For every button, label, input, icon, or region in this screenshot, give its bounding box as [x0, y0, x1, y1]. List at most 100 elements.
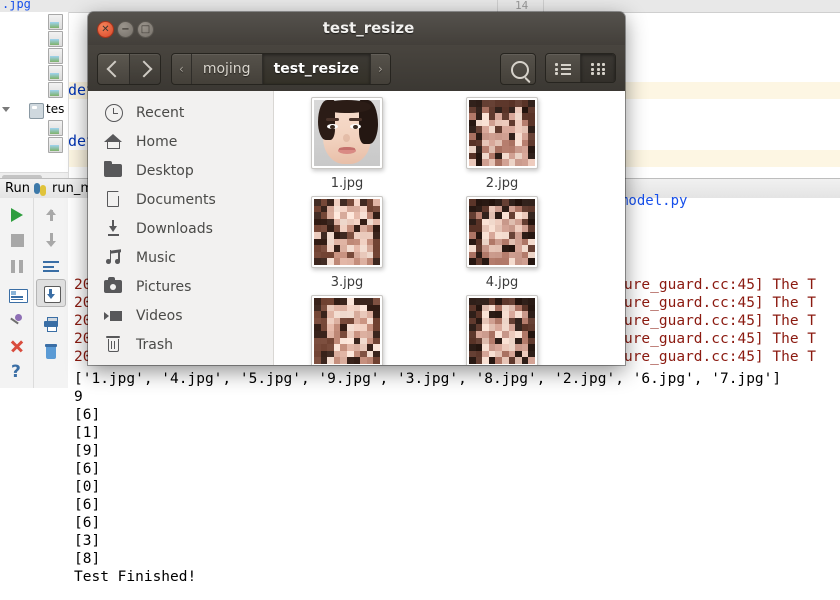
stop-button[interactable]	[3, 227, 31, 253]
sidebar-item-downloads[interactable]: Downloads	[88, 213, 273, 245]
music-icon	[104, 248, 124, 268]
file-item[interactable]	[447, 295, 557, 365]
tree-item-image[interactable]	[0, 63, 68, 81]
file-label: 1.jpg	[330, 176, 364, 191]
places-sidebar[interactable]: Recent Home Desktop Documents Downloads Music…	[88, 91, 274, 365]
tree-item-image[interactable]	[0, 46, 68, 64]
file-thumbnail[interactable]	[466, 295, 538, 365]
pin-tab-button[interactable]	[3, 307, 31, 333]
up-the-stack-button[interactable]	[36, 201, 64, 227]
sidebar-item-videos[interactable]: Videos	[88, 300, 273, 332]
tree-item-image[interactable]	[0, 135, 68, 153]
console-output-line: [6]	[74, 407, 101, 423]
soft-wrap-button[interactable]	[36, 253, 64, 279]
navigation-button-group[interactable]	[97, 53, 161, 85]
tree-item-image[interactable]	[0, 29, 68, 47]
forward-button[interactable]	[129, 54, 160, 84]
file-item[interactable]: 1.jpg	[292, 97, 402, 191]
image-file-icon	[48, 137, 63, 153]
clear-all-button[interactable]	[36, 338, 64, 364]
sidebar-item-home[interactable]: Home	[88, 126, 273, 158]
console-output-line: [3]	[74, 533, 101, 549]
search-icon	[511, 61, 529, 79]
run-configuration-name: run_m	[52, 181, 93, 196]
sidebar-item-label: Documents	[136, 192, 216, 208]
file-manager-titlebar[interactable]: ✕ − □ test_resize	[88, 12, 625, 46]
tree-item-image[interactable]	[0, 118, 68, 136]
sidebar-item-label: Recent	[136, 105, 185, 121]
question-mark-icon: ?	[11, 362, 21, 382]
sidebar-item-label: Home	[136, 134, 178, 150]
folder-icon	[29, 103, 44, 119]
breadcrumb-item[interactable]: mojing	[192, 54, 263, 84]
image-file-icon	[48, 14, 63, 30]
tree-item-folder[interactable]: tes	[0, 101, 68, 119]
document-icon	[104, 190, 124, 210]
print-button[interactable]	[36, 310, 64, 336]
back-button[interactable]	[98, 54, 129, 84]
file-thumbnail[interactable]	[311, 97, 383, 169]
grid-view-icon	[591, 63, 605, 75]
pin-icon	[10, 314, 24, 328]
console-output-line: Test Finished!	[74, 569, 197, 585]
sidebar-item-label: Downloads	[136, 221, 213, 237]
sidebar-item-recent[interactable]: Recent	[88, 97, 273, 129]
list-view-icon	[555, 63, 571, 75]
run-toolbar[interactable]: ?	[0, 198, 69, 388]
home-icon	[104, 132, 124, 152]
list-view-button[interactable]	[546, 54, 580, 82]
chevron-down-icon[interactable]	[2, 107, 10, 112]
pause-icon	[11, 260, 24, 273]
chevron-right-icon	[135, 60, 153, 78]
play-icon	[11, 208, 23, 222]
close-button[interactable]	[3, 333, 31, 359]
file-manager-window[interactable]: ✕ − □ test_resize ‹mojingtest_resize›	[88, 12, 625, 365]
sidebar-item-trash[interactable]: Trash	[88, 329, 273, 361]
run-tab-label: Run	[5, 181, 30, 196]
trash-icon	[44, 344, 58, 359]
breadcrumb[interactable]: ‹ mojing test_resize ›	[171, 53, 391, 85]
file-label: 3.jpg	[330, 275, 364, 290]
down-the-stack-button[interactable]	[36, 227, 64, 253]
file-grid[interactable]: 1.jpg 2.jpg 3.jpg 4.jpg	[274, 91, 625, 365]
run-button[interactable]	[3, 201, 31, 227]
file-item[interactable]: 3.jpg	[292, 196, 402, 290]
sidebar-item-documents[interactable]: Documents	[88, 184, 273, 216]
search-button[interactable]	[500, 53, 536, 85]
file-item[interactable]: 4.jpg	[447, 196, 557, 290]
breadcrumb-item[interactable]: test_resize	[262, 54, 371, 84]
sidebar-item-label: Desktop	[136, 163, 194, 179]
sidebar-item-label: Videos	[136, 308, 183, 324]
tree-item-image[interactable]	[0, 80, 68, 98]
breadcrumb-item[interactable]: ‹	[172, 54, 192, 84]
file-item[interactable]	[292, 295, 402, 365]
file-thumbnail[interactable]	[466, 196, 538, 268]
console-output-line: [6]	[74, 497, 101, 513]
file-thumbnail[interactable]	[466, 97, 538, 169]
sidebar-item-pictures[interactable]: Pictures	[88, 271, 273, 303]
sidebar-item-music[interactable]: Music	[88, 242, 273, 274]
sidebar-item-desktop[interactable]: Desktop	[88, 155, 273, 187]
sidebar-item-label: Music	[136, 250, 176, 266]
breadcrumb-item[interactable]: ›	[371, 54, 390, 84]
console-output-line: [9]	[74, 443, 101, 459]
sidebar-item-label: Pictures	[136, 279, 192, 295]
project-tree[interactable]: tes	[0, 12, 69, 182]
tree-item-image[interactable]	[0, 12, 68, 30]
arrow-down-icon	[45, 233, 57, 247]
scroll-to-end-button[interactable]	[36, 279, 66, 307]
python-icon	[34, 183, 47, 196]
grid-view-button[interactable]	[580, 54, 615, 82]
console-button[interactable]	[3, 281, 31, 307]
console-icon	[9, 289, 28, 303]
open-file-label: model.py	[620, 193, 688, 209]
tree-folder-label: tes	[46, 102, 65, 116]
pause-button[interactable]	[3, 253, 31, 279]
help-button[interactable]: ?	[3, 359, 31, 385]
file-thumbnail[interactable]	[311, 295, 383, 365]
view-mode-group[interactable]	[545, 53, 616, 83]
file-manager-toolbar[interactable]: ‹ mojing test_resize ›	[88, 45, 625, 92]
file-item[interactable]: 2.jpg	[447, 97, 557, 191]
file-thumbnail[interactable]	[311, 196, 383, 268]
arrow-up-icon	[45, 207, 57, 221]
